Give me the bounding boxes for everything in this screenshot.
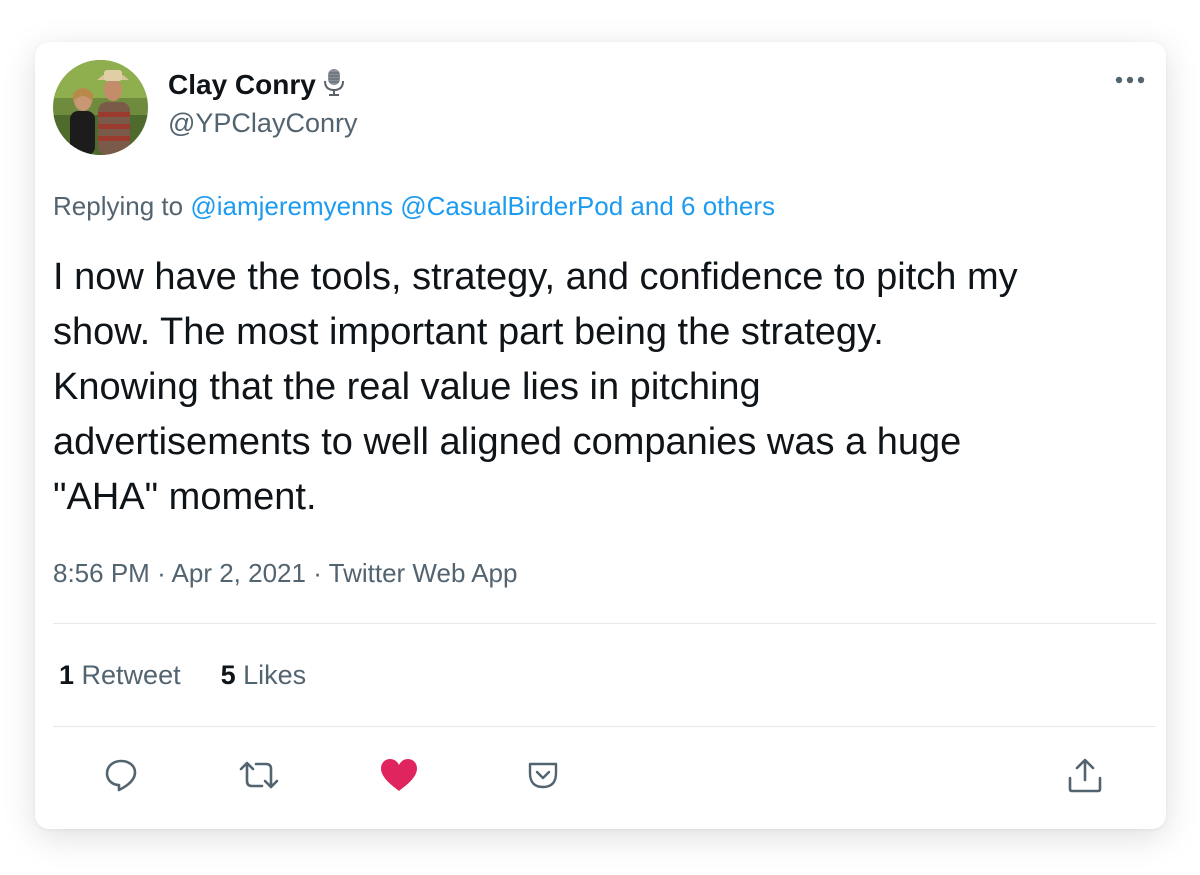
action-bar: [35, 750, 1166, 800]
tweet-text-line: Knowing that the real value lies in pitc…: [53, 366, 761, 408]
more-dots-icon: [1115, 76, 1145, 84]
author-name[interactable]: Clay Conry: [168, 69, 316, 101]
share-button[interactable]: [1060, 750, 1110, 800]
tweet-date[interactable]: Apr 2, 2021: [172, 558, 306, 588]
tweet-meta: 8:56 PM · Apr 2, 2021 · Twitter Web App: [53, 558, 517, 589]
retweets-count: 1: [59, 660, 75, 690]
reply-icon: [105, 759, 137, 792]
more-options-button[interactable]: [1112, 70, 1148, 90]
like-button[interactable]: [374, 750, 424, 800]
divider: [53, 623, 1156, 624]
retweet-icon: [239, 761, 279, 789]
tweet-time[interactable]: 8:56 PM: [53, 558, 150, 588]
mention-link-1[interactable]: @iamjeremyenns: [190, 191, 393, 221]
tweet-source[interactable]: Twitter Web App: [329, 558, 518, 588]
retweets-stat[interactable]: 1 Retweet: [59, 660, 181, 691]
likes-count: 5: [220, 660, 236, 690]
meta-separator: ·: [157, 558, 166, 588]
retweet-button[interactable]: [234, 750, 284, 800]
heart-icon: [381, 759, 417, 791]
tweet-text-line: I now have the tools, strategy, and conf…: [53, 256, 1018, 298]
reply-button[interactable]: [96, 750, 146, 800]
tweet-text: I now have the tools, strategy, and conf…: [53, 250, 1153, 525]
tweet-text-line: "AHA" moment.: [53, 476, 317, 518]
mention-link-2[interactable]: @CasualBirderPod: [400, 191, 623, 221]
likes-label: Likes: [243, 660, 307, 690]
author-handle[interactable]: @YPClayConry: [168, 108, 357, 139]
microphone-icon: [322, 67, 346, 102]
likes-stat[interactable]: 5 Likes: [221, 660, 307, 691]
tweet-stats: 1 Retweet 5 Likes: [59, 660, 306, 691]
replying-to: Replying to @iamjeremyenns @CasualBirder…: [53, 191, 775, 222]
others-link[interactable]: and 6 others: [630, 191, 775, 221]
tweet-text-line: advertisements to well aligned companies…: [53, 421, 962, 463]
replying-prefix: Replying to: [53, 191, 184, 221]
retweets-label: Retweet: [81, 660, 181, 690]
bookmark-button[interactable]: [518, 750, 568, 800]
meta-separator: ·: [313, 558, 322, 588]
tweet-card: Clay Conry @YPClayConry Replying to @iam…: [35, 42, 1166, 829]
bookmark-pocket-icon: [528, 762, 558, 789]
tweet-text-line: show. The most important part being the …: [53, 311, 884, 353]
avatar[interactable]: [53, 60, 148, 155]
avatar-photo: [53, 60, 148, 155]
divider: [53, 726, 1156, 727]
share-icon: [1068, 758, 1102, 793]
